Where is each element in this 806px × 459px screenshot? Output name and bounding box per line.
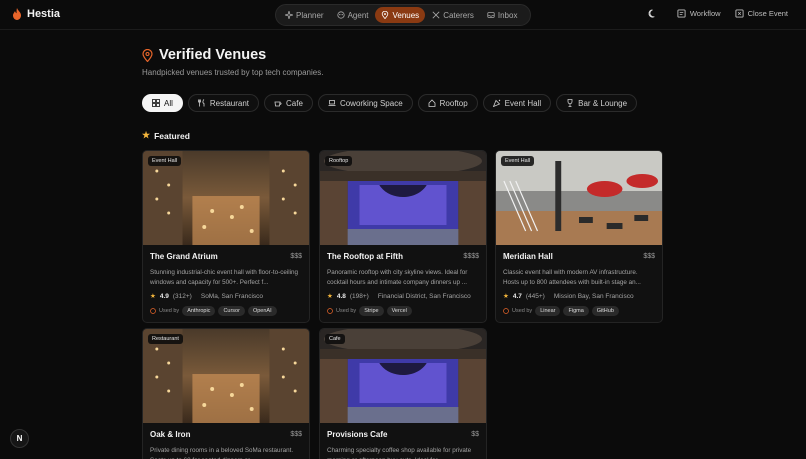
venue-card[interactable]: Rooftop The Rooftop at Fifth $$$$ Panora…: [319, 150, 487, 323]
venue-rating: 4.8: [336, 292, 346, 300]
star-icon: ★: [327, 293, 333, 300]
venue-category-badge: Restaurant: [148, 334, 183, 344]
venue-category-badge: Rooftop: [325, 156, 353, 166]
venue-rating: 4.7: [512, 292, 522, 300]
venue-category-badge: Cafe: [325, 334, 345, 344]
verified-icon: [327, 308, 333, 314]
company-tag: OpenAI: [247, 306, 277, 316]
filter-event-hall[interactable]: Event Hall: [482, 94, 552, 112]
venue-price: $$: [471, 431, 479, 438]
nav-caterers[interactable]: Caterers: [426, 7, 480, 23]
coffee-icon: [274, 101, 282, 107]
filter-rooftop[interactable]: Rooftop: [417, 94, 478, 112]
venue-reviews: (312+): [172, 292, 192, 300]
company-tag: GitHub: [591, 306, 619, 316]
venue-rating: 4.9: [159, 292, 169, 300]
page-title: Verified Venues: [159, 47, 267, 63]
page-header: Verified Venues Handpicked venues truste…: [142, 47, 323, 77]
main-nav: Planner Agent Venues Caterers Inbox: [275, 4, 531, 26]
venue-name: Provisions Cafe: [327, 430, 388, 439]
category-filters: All Restaurant Cafe Coworking Space Roof…: [142, 94, 638, 112]
close-box-icon: [735, 9, 744, 18]
brand[interactable]: Hestia: [12, 8, 60, 20]
top-actions: Workflow Close Event: [648, 9, 788, 18]
venue-price: $$$: [290, 253, 302, 260]
venue-location: Mission Bay, San Francisco: [553, 292, 634, 300]
star-icon: ★: [150, 293, 156, 300]
company-tag: Vercel: [386, 306, 412, 316]
moon-icon[interactable]: [648, 9, 657, 18]
featured-heading: ★ Featured: [142, 130, 190, 141]
wine-glass-icon: [567, 99, 573, 107]
grid-icon: [152, 99, 160, 107]
company-tag: Linear: [535, 306, 561, 316]
map-pin-icon: [142, 48, 153, 62]
venue-description: Panoramic rooftop with city skyline view…: [327, 269, 468, 286]
venue-reviews: (198+): [349, 292, 369, 300]
party-icon: [492, 99, 500, 107]
used-by-label: Used by: [336, 308, 357, 314]
filter-restaurant[interactable]: Restaurant: [187, 94, 260, 112]
venue-price: $$$$: [463, 253, 479, 260]
venue-description: Stunning industrial-chic event hall with…: [150, 269, 299, 286]
sparkle-icon: [285, 11, 293, 19]
star-icon: ★: [142, 130, 151, 140]
venue-name: Meridian Hall: [503, 252, 553, 261]
laptop-icon: [328, 100, 336, 106]
verified-icon: [503, 308, 509, 314]
venue-name: Oak & Iron: [150, 430, 191, 439]
venue-description: Private dining rooms in a beloved SoMa r…: [150, 447, 294, 459]
top-bar: Hestia Planner Agent Venues Caterers Inb…: [0, 0, 806, 30]
venue-price: $$$: [643, 253, 655, 260]
company-tag: Figma: [563, 306, 589, 316]
venue-reviews: (445+): [525, 292, 545, 300]
verified-icon: [150, 308, 156, 314]
used-by-label: Used by: [512, 308, 533, 314]
venue-price: $$$: [290, 431, 302, 438]
nav-agent[interactable]: Agent: [331, 7, 375, 23]
venue-card[interactable]: Event Hall The Grand Atrium $$$ Stunning…: [142, 150, 310, 323]
venue-photo: Cafe: [320, 329, 486, 423]
filter-cafe[interactable]: Cafe: [264, 94, 313, 112]
venue-name: The Grand Atrium: [150, 252, 218, 261]
company-tag: Cursor: [218, 306, 245, 316]
bot-icon: [336, 11, 345, 19]
inbox-icon: [487, 12, 495, 18]
venue-category-badge: Event Hall: [148, 156, 182, 166]
venue-location: Financial District, San Francisco: [377, 292, 471, 300]
utensils-icon: [432, 11, 440, 19]
nav-planner[interactable]: Planner: [279, 7, 330, 23]
venue-category-badge: Event Hall: [501, 156, 535, 166]
venue-location: SoMa, San Francisco: [200, 292, 263, 300]
company-tag: Anthropic: [182, 306, 216, 316]
workflow-button[interactable]: Workflow: [677, 9, 721, 18]
venue-name: The Rooftop at Fifth: [327, 252, 403, 261]
building-icon: [428, 99, 436, 107]
used-by-label: Used by: [159, 308, 180, 314]
nav-inbox[interactable]: Inbox: [481, 7, 524, 23]
venue-card[interactable]: Restaurant Oak & Iron $$$ Private dining…: [142, 328, 310, 459]
filter-coworking[interactable]: Coworking Space: [317, 94, 413, 112]
nav-venues[interactable]: Venues: [375, 7, 426, 23]
close-event-button[interactable]: Close Event: [735, 9, 788, 18]
venue-description: Classic event hall with modern AV infras…: [503, 269, 641, 286]
fork-knife-icon: [197, 99, 205, 107]
pin-icon: [382, 11, 389, 19]
brand-name: Hestia: [27, 8, 61, 20]
next-logo-badge[interactable]: N: [10, 429, 29, 448]
venue-card[interactable]: Cafe Provisions Cafe $$ Charming special…: [319, 328, 487, 459]
venue-card[interactable]: Event Hall Meridian Hall $$$ Classic eve…: [495, 150, 663, 323]
venue-description: Charming specialty coffee shop available…: [327, 447, 472, 459]
company-tag: Stripe: [359, 306, 384, 316]
venue-photo: Event Hall: [496, 151, 662, 245]
star-icon: ★: [503, 293, 509, 300]
flame-icon: [13, 8, 21, 20]
venue-photo: Rooftop: [320, 151, 486, 245]
filter-bar-lounge[interactable]: Bar & Lounge: [556, 94, 638, 112]
venue-photo: Restaurant: [143, 329, 309, 423]
workflow-icon: [677, 9, 686, 18]
filter-all[interactable]: All: [142, 94, 183, 112]
venue-photo: Event Hall: [143, 151, 309, 245]
page-subtitle: Handpicked venues trusted by top tech co…: [142, 68, 324, 77]
